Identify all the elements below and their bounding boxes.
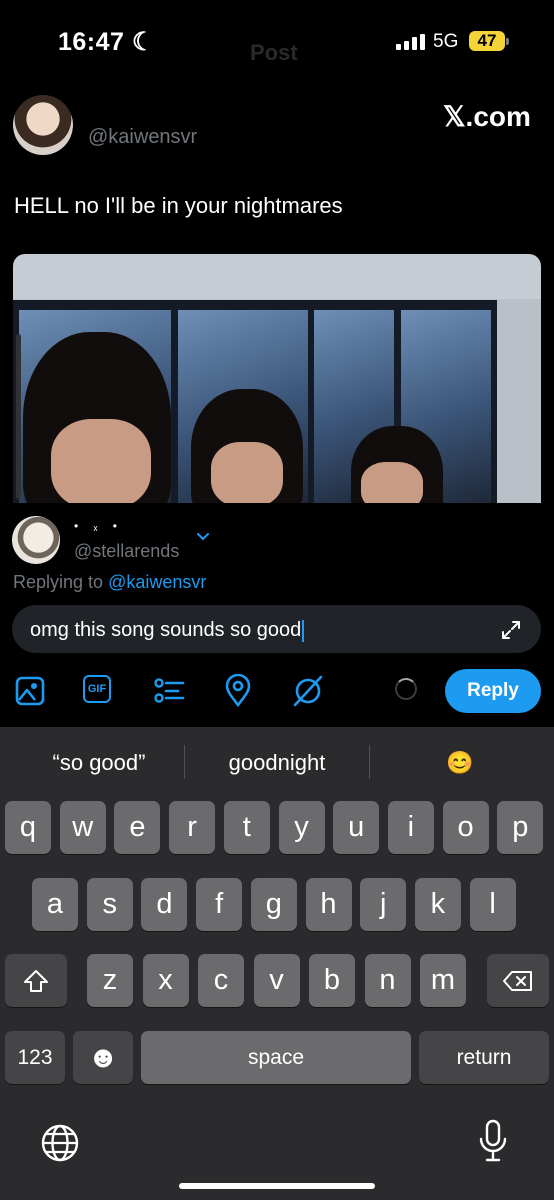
reply-avatar[interactable] (12, 516, 60, 564)
gif-icon[interactable]: GIF (83, 675, 115, 707)
expand-icon[interactable] (500, 619, 522, 641)
post-text: HELL no I'll be in your nightmares (14, 193, 343, 218)
key-k[interactable]: k (414, 878, 461, 931)
author-avatar[interactable] (13, 95, 73, 155)
replying-to: Replying to @kaiwensvr (13, 572, 207, 592)
backspace-key[interactable] (487, 954, 549, 1007)
battery-icon: 47 (469, 31, 505, 51)
reply-button[interactable]: Reply (445, 669, 541, 713)
key-a[interactable]: a (32, 878, 78, 931)
suggestion-word[interactable]: goodnight (185, 750, 369, 776)
shift-key[interactable] (5, 954, 67, 1007)
shift-icon (24, 969, 48, 992)
key-f[interactable]: f (196, 878, 243, 931)
key-e[interactable]: e (114, 801, 161, 854)
key-x[interactable]: x (142, 954, 189, 1007)
emoji-key[interactable]: ☻ (73, 1031, 133, 1084)
text-caret (302, 619, 305, 642)
space-key[interactable]: space (141, 1031, 411, 1084)
reply-handle: @stellarends (74, 541, 180, 561)
signal-icon (396, 34, 425, 50)
character-count-ring (395, 678, 417, 700)
post-media[interactable] (13, 254, 541, 503)
key-h[interactable]: h (305, 878, 352, 931)
key-y[interactable]: y (278, 801, 325, 854)
network-type: 5G (433, 31, 459, 52)
grok-icon[interactable] (291, 674, 325, 708)
author-handle[interactable]: @kaiwensvr (88, 126, 197, 149)
key-w[interactable]: w (59, 801, 106, 854)
key-c[interactable]: c (198, 954, 244, 1007)
reply-display-name: • ₓ • (74, 519, 124, 533)
key-g[interactable]: g (250, 878, 297, 931)
key-p[interactable]: p (497, 801, 544, 854)
image-icon[interactable] (13, 674, 47, 708)
suggestion-emoji[interactable]: 😊 (370, 750, 550, 776)
location-icon[interactable] (221, 674, 255, 708)
key-u[interactable]: u (333, 801, 380, 854)
source-logo: 𝕏.com (443, 101, 531, 132)
key-q[interactable]: q (5, 801, 51, 854)
key-i[interactable]: i (387, 801, 434, 854)
numbers-key[interactable]: 123 (5, 1031, 65, 1084)
microphone-icon[interactable] (478, 1118, 508, 1164)
key-s[interactable]: s (86, 878, 133, 931)
page-title-faded: Post (250, 40, 298, 65)
key-m[interactable]: m (420, 954, 466, 1007)
chevron-down-icon[interactable] (196, 532, 210, 542)
key-v[interactable]: v (253, 954, 300, 1007)
key-b[interactable]: b (309, 954, 355, 1007)
globe-icon[interactable] (39, 1122, 81, 1164)
return-key[interactable]: return (419, 1031, 549, 1084)
status-time: 16:47 ☾ (58, 28, 155, 56)
backspace-icon (503, 970, 532, 991)
key-j[interactable]: j (360, 878, 407, 931)
poll-icon[interactable] (152, 674, 186, 708)
key-o[interactable]: o (442, 801, 489, 854)
key-d[interactable]: d (141, 878, 188, 931)
replying-to-mention[interactable]: @kaiwensvr (108, 572, 206, 592)
suggestion-quoted[interactable]: “so good” (14, 750, 184, 776)
key-t[interactable]: t (223, 801, 270, 854)
key-z[interactable]: z (87, 954, 133, 1007)
key-r[interactable]: r (169, 801, 216, 854)
key-l[interactable]: l (469, 878, 516, 931)
scrollbar[interactable] (16, 334, 21, 499)
home-indicator[interactable] (179, 1183, 375, 1189)
reply-input-text[interactable]: omg this song sounds so good (30, 619, 305, 642)
battery-tip (506, 38, 509, 45)
moon-icon: ☾ (131, 28, 155, 56)
key-n[interactable]: n (364, 954, 411, 1007)
